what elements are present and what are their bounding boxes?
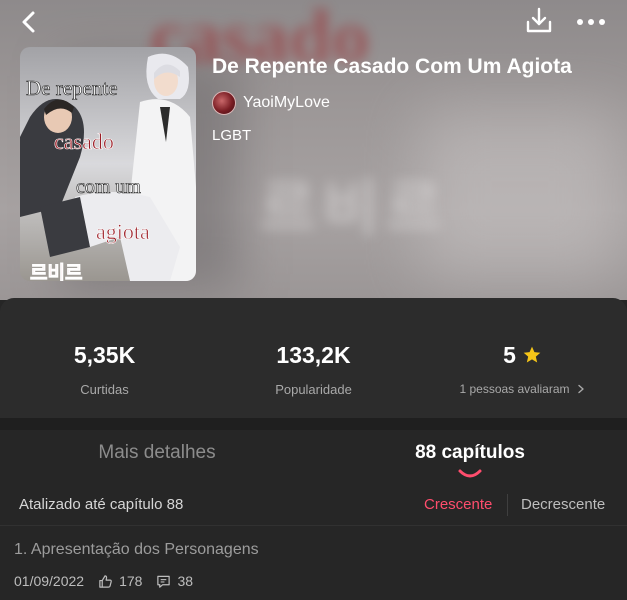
star-icon xyxy=(523,346,541,363)
stats-card: 5,35K Curtidas 133,2K Popularidade 5 1 p… xyxy=(0,298,627,420)
popularity-stat: 133,2K Popularidade xyxy=(209,340,418,397)
chapter-title[interactable]: 1. Apresentação dos Personagens xyxy=(14,541,259,559)
genre-tag[interactable]: LGBT xyxy=(212,127,251,144)
likes-count: 5,35K xyxy=(73,342,136,368)
section-divider xyxy=(0,418,627,430)
sort-descending-button[interactable]: Decrescente xyxy=(521,496,605,513)
ratings-count-label[interactable]: 1 pessoas avaliaram xyxy=(459,382,569,396)
sort-ascending-button[interactable]: Crescente xyxy=(424,496,492,513)
tab-chapters[interactable]: 88 capítulos xyxy=(313,442,627,464)
likes-stat: 5,35K Curtidas xyxy=(0,340,209,397)
rating-value-row: 5 xyxy=(418,340,627,370)
book-title: De Repente Casado Com Um Agiota xyxy=(212,55,572,78)
cover-text-line: 르비르 xyxy=(30,262,82,281)
thumbs-up-icon xyxy=(99,574,112,588)
popularity-count: 133,2K xyxy=(276,342,351,368)
cover-artwork: De repente casado com um agiota 르비르 xyxy=(20,47,196,281)
book-cover[interactable]: De repente casado com um agiota 르비르 xyxy=(20,47,196,281)
book-header: casado 르비르 De repente casado com um agio… xyxy=(0,0,627,300)
sort-divider xyxy=(507,494,508,516)
chapter-list-item[interactable]: 1. Apresentação dos Personagens 01/09/20… xyxy=(0,527,627,600)
rating-stat[interactable]: 5 1 pessoas avaliaram xyxy=(418,340,627,396)
update-status: Atalizado até capítulo 88 xyxy=(19,496,184,513)
chevron-right-icon xyxy=(577,384,584,394)
likes-label: Curtidas xyxy=(80,382,129,397)
cover-text-line: agiota xyxy=(96,219,150,244)
popularity-label: Popularidade xyxy=(275,382,352,397)
author-link[interactable]: YaoiMyLove xyxy=(212,90,330,116)
chapter-date: 01/09/2022 xyxy=(14,573,85,589)
author-name[interactable]: YaoiMyLove xyxy=(243,94,330,112)
tab-details[interactable]: Mais detalhes xyxy=(0,442,314,464)
ratings-link[interactable]: 1 pessoas avaliaram xyxy=(418,382,627,396)
cover-text-line: De repente xyxy=(26,76,118,100)
author-avatar[interactable] xyxy=(212,91,236,115)
blurred-title-text: 르비르 xyxy=(260,176,450,242)
download-icon[interactable] xyxy=(523,5,555,37)
rating-value: 5 xyxy=(503,342,516,368)
chapter-meta: 01/09/2022 178 38 xyxy=(14,572,193,590)
chapter-comments: 38 xyxy=(177,573,194,589)
more-dots-icon[interactable] xyxy=(574,8,608,36)
back-icon[interactable] xyxy=(14,6,46,38)
tab-bar: Mais detalhes 88 capítulos xyxy=(0,430,627,482)
active-tab-indicator xyxy=(458,469,482,478)
chapter-sort-bar: Atalizado até capítulo 88 Crescente Decr… xyxy=(0,484,627,526)
chapter-likes: 178 xyxy=(119,573,143,589)
comment-icon xyxy=(157,575,171,588)
cover-text-line: casado xyxy=(54,129,114,154)
cover-text-line: com um xyxy=(76,176,141,198)
